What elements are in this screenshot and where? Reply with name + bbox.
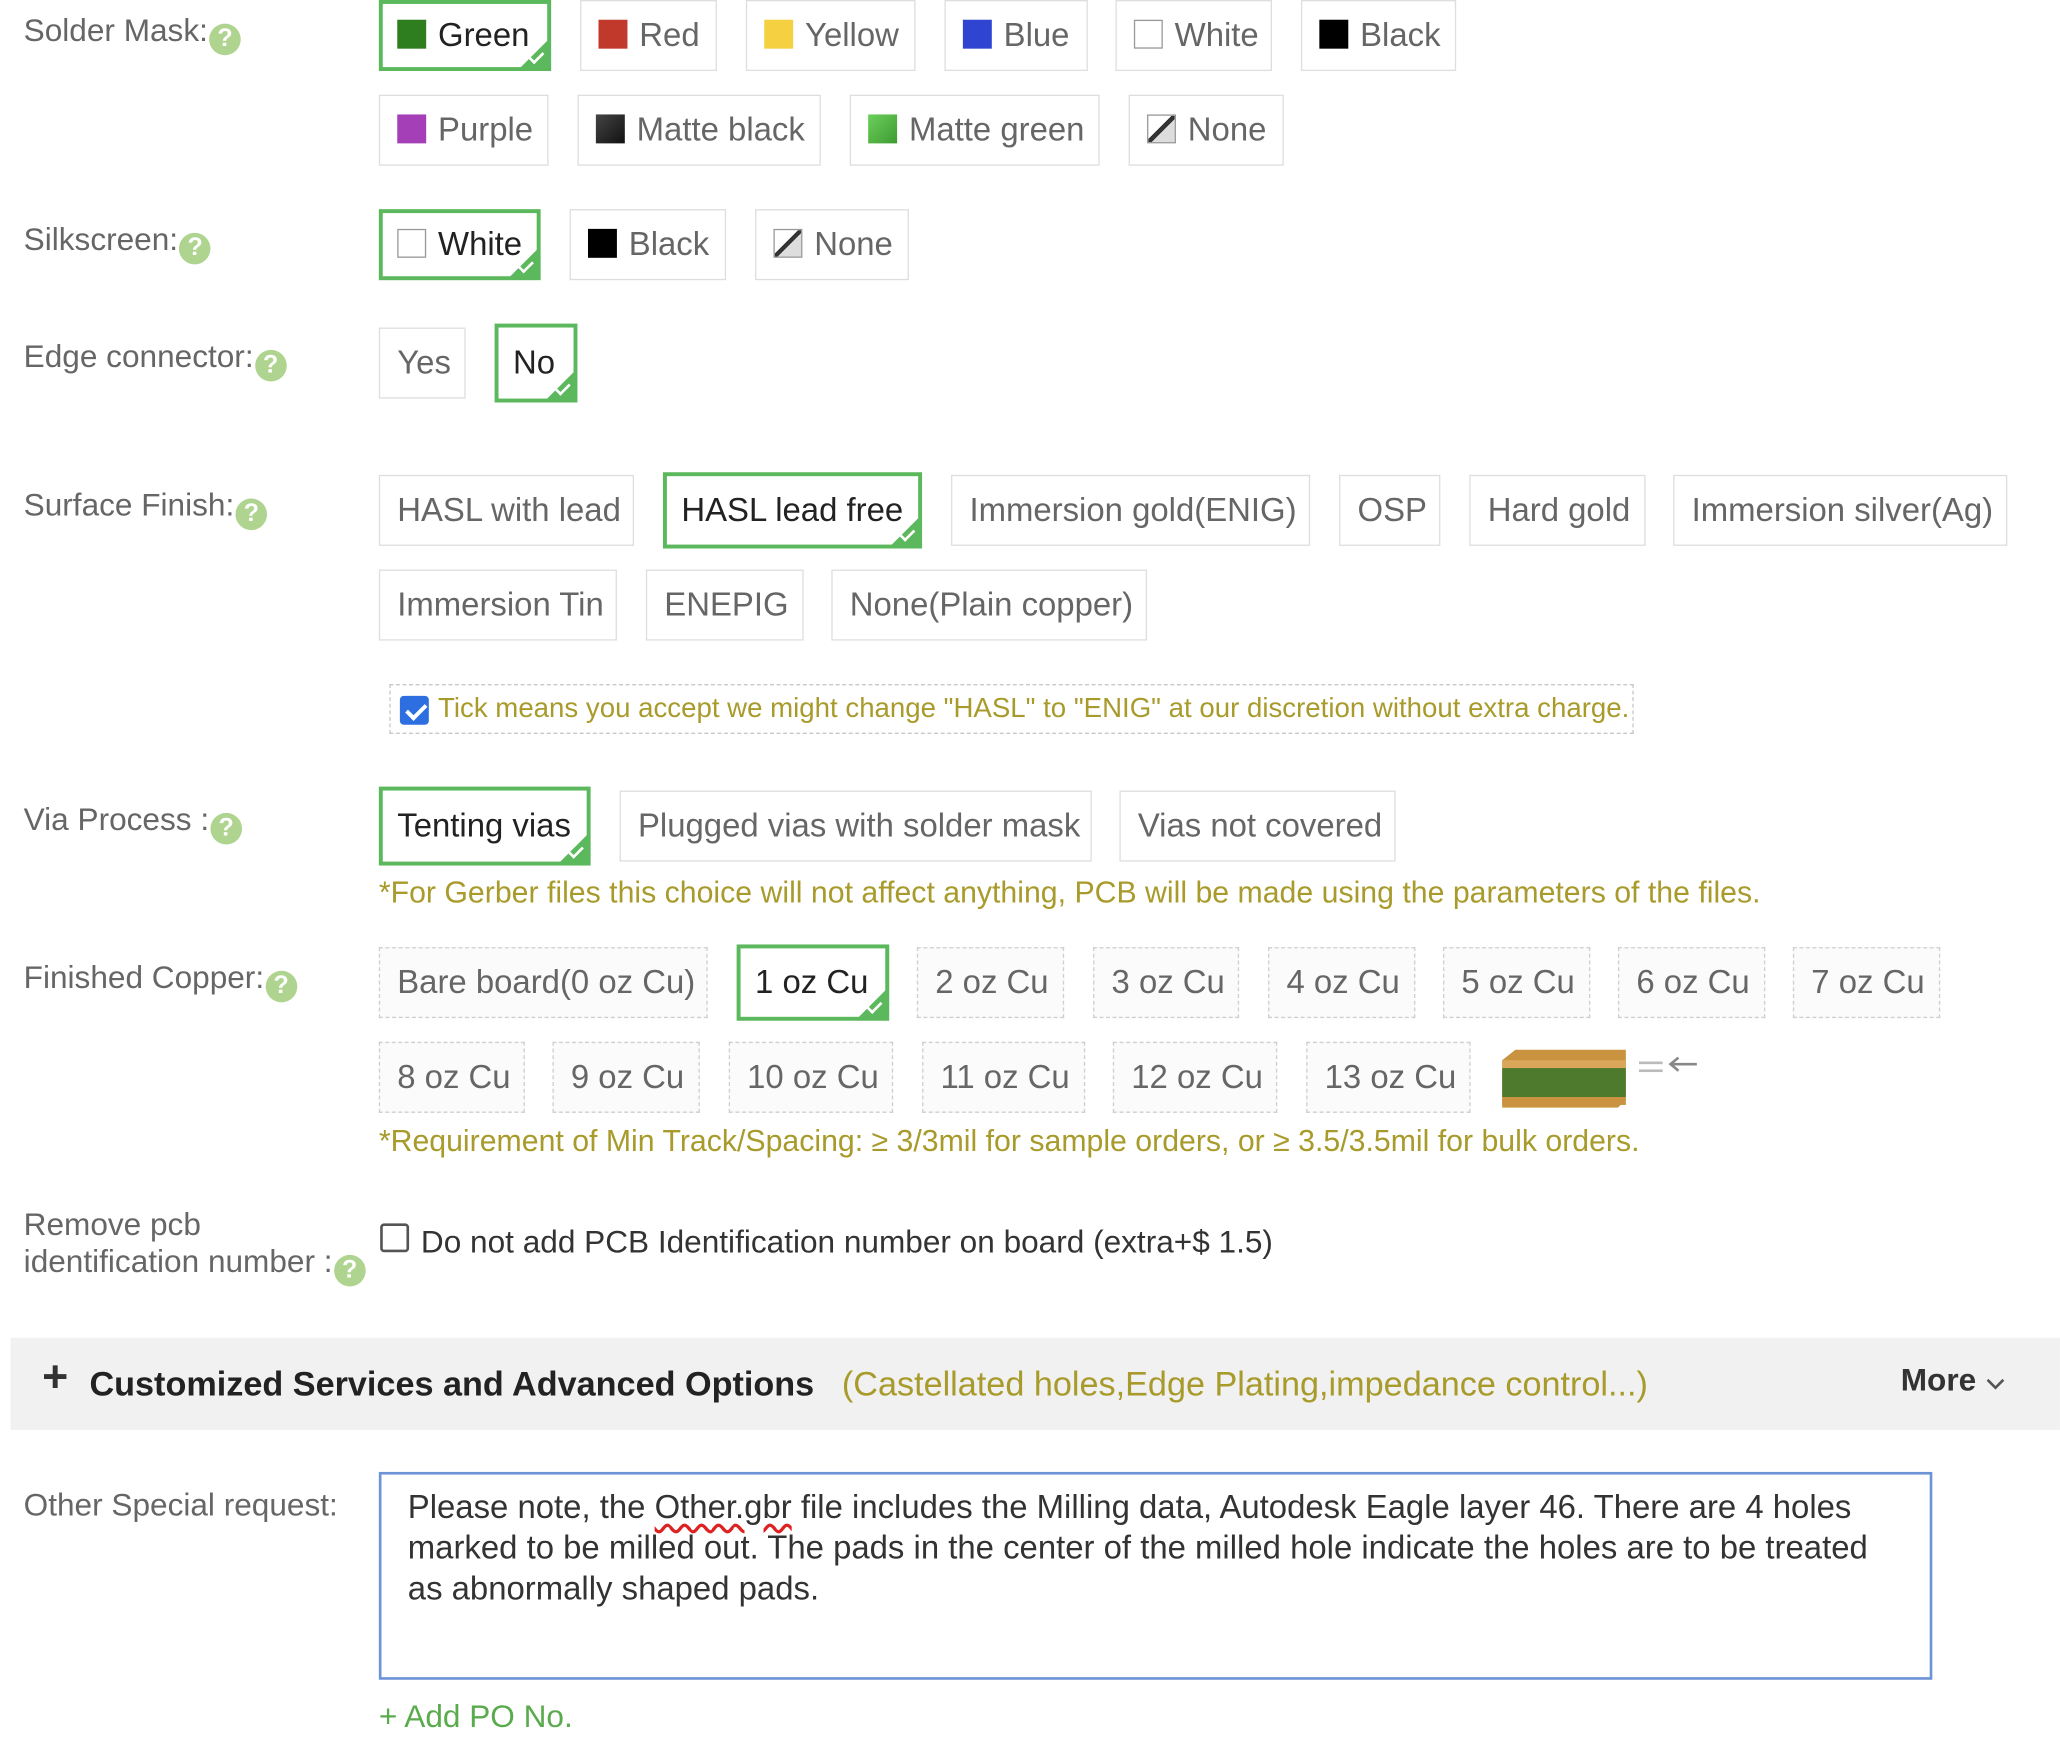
solder-mask-option-blue[interactable]: Blue — [944, 0, 1088, 72]
black-swatch-icon — [587, 228, 617, 258]
copper-option-4oz[interactable]: 4 oz Cu — [1268, 947, 1416, 1019]
add-po-link[interactable]: + Add PO No. — [379, 1699, 573, 1736]
help-icon[interactable]: ? — [254, 349, 287, 382]
help-icon[interactable]: ? — [333, 1254, 366, 1287]
solder-mask-option-matte-black[interactable]: Matte black — [577, 94, 821, 166]
solder-mask-option-matte-green[interactable]: Matte green — [849, 94, 1100, 166]
edge-connector-option-yes[interactable]: Yes — [378, 327, 466, 399]
solder-mask-option-yellow[interactable]: Yellow — [745, 0, 916, 72]
solder-mask-option-white[interactable]: White — [1115, 0, 1272, 72]
surface-option-immersion-silver[interactable]: Immersion silver(Ag) — [1673, 474, 2008, 546]
help-icon[interactable]: ? — [210, 812, 242, 845]
edge-connector-label: Edge connector:? — [24, 338, 287, 382]
solder-mask-option-purple[interactable]: Purple — [378, 94, 549, 166]
silkscreen-label: Silkscreen:? — [24, 221, 211, 265]
via-process-note: *For Gerber files this choice will not a… — [378, 874, 1761, 909]
green-swatch-icon — [397, 19, 427, 49]
solder-mask-option-none[interactable]: None — [1128, 94, 1284, 166]
copper-option-8oz[interactable]: 8 oz Cu — [378, 1041, 525, 1113]
hasl-enig-consent-text: Tick means you accept we might change "H… — [438, 693, 1630, 724]
advanced-options-subtitle: (Castellated holes,Edge Plating,impedanc… — [841, 1364, 1648, 1404]
copper-option-7oz[interactable]: 7 oz Cu — [1792, 947, 1941, 1019]
purple-swatch-icon — [397, 114, 427, 144]
solder-mask-option-black[interactable]: Black — [1300, 0, 1457, 72]
surface-option-osp[interactable]: OSP — [1339, 474, 1441, 546]
special-request-textarea[interactable]: Please note, the Other.gbr file includes… — [378, 1471, 1933, 1680]
surface-option-hasl-with-lead[interactable]: HASL with lead — [378, 474, 635, 546]
white-swatch-icon — [1133, 19, 1163, 49]
advanced-options-title: Customized Services and Advanced Options — [89, 1364, 815, 1404]
blue-swatch-icon — [962, 19, 992, 49]
silkscreen-option-white[interactable]: White — [378, 209, 541, 281]
help-icon[interactable]: ? — [235, 498, 268, 531]
more-toggle[interactable]: More — [1901, 1363, 2006, 1400]
copper-option-13oz[interactable]: 13 oz Cu — [1306, 1041, 1471, 1113]
remove-id-label: Remove pcb identification number :? — [24, 1208, 366, 1287]
hasl-enig-consent-checkbox[interactable] — [399, 695, 429, 725]
copper-stack-illustration-icon — [1502, 1049, 1697, 1108]
copper-option-12oz[interactable]: 12 oz Cu — [1112, 1041, 1278, 1113]
copper-option-9oz[interactable]: 9 oz Cu — [552, 1041, 700, 1113]
solder-mask-option-green[interactable]: Green — [378, 0, 552, 72]
plus-icon: + — [42, 1352, 69, 1403]
copper-option-6oz[interactable]: 6 oz Cu — [1617, 947, 1766, 1019]
surface-option-hard-gold[interactable]: Hard gold — [1469, 474, 1646, 546]
copper-option-5oz[interactable]: 5 oz Cu — [1442, 947, 1591, 1019]
copper-option-10oz[interactable]: 10 oz Cu — [728, 1041, 894, 1113]
remove-id-checkbox[interactable] — [380, 1223, 410, 1253]
surface-option-immersion-tin[interactable]: Immersion Tin — [378, 569, 617, 641]
special-request-label: Other Special request: — [23, 1487, 338, 1524]
help-icon[interactable]: ? — [265, 970, 297, 1003]
silkscreen-option-none[interactable]: None — [755, 209, 909, 281]
surface-option-plain-copper[interactable]: None(Plain copper) — [831, 569, 1148, 641]
copper-option-1oz[interactable]: 1 oz Cu — [736, 944, 890, 1021]
copper-option-0oz[interactable]: Bare board(0 oz Cu) — [378, 947, 708, 1019]
surface-finish-label: Surface Finish:? — [24, 487, 268, 531]
solder-mask-option-red[interactable]: Red — [580, 0, 717, 72]
copper-option-2oz[interactable]: 2 oz Cu — [916, 947, 1065, 1019]
none-slash-icon — [773, 228, 803, 258]
matte-black-swatch-icon — [595, 114, 625, 144]
red-swatch-icon — [598, 19, 628, 49]
solder-mask-label: Solder Mask:? — [24, 12, 241, 56]
chevron-down-icon — [1986, 1378, 2005, 1390]
white-swatch-icon — [397, 228, 427, 258]
help-icon[interactable]: ? — [179, 232, 211, 265]
via-process-label: Via Process :? — [24, 801, 242, 845]
finished-copper-note: *Requirement of Min Track/Spacing: ≥ 3/3… — [378, 1123, 1640, 1158]
yellow-swatch-icon — [764, 19, 794, 49]
via-option-tenting[interactable]: Tenting vias — [378, 786, 591, 866]
copper-option-3oz[interactable]: 3 oz Cu — [1093, 947, 1240, 1019]
silkscreen-option-black[interactable]: Black — [569, 209, 727, 281]
finished-copper-label: Finished Copper:? — [24, 959, 297, 1003]
remove-id-text: Do not add PCB Identification number on … — [420, 1224, 1273, 1261]
surface-option-enig[interactable]: Immersion gold(ENIG) — [951, 474, 1311, 546]
help-icon[interactable]: ? — [209, 23, 241, 56]
copper-option-11oz[interactable]: 11 oz Cu — [922, 1041, 1086, 1113]
surface-option-hasl-lead-free[interactable]: HASL lead free — [662, 472, 923, 549]
matte-green-swatch-icon — [868, 114, 898, 144]
edge-connector-option-no[interactable]: No — [494, 323, 578, 403]
via-option-not-covered[interactable]: Vias not covered — [1119, 790, 1396, 862]
none-slash-icon — [1147, 114, 1176, 144]
black-swatch-icon — [1319, 19, 1349, 49]
advanced-options-bar[interactable]: + Customized Services and Advanced Optio… — [10, 1337, 2060, 1430]
misspelled-word: Other.gbr — [654, 1489, 792, 1526]
via-option-plugged[interactable]: Plugged vias with solder mask — [619, 790, 1092, 862]
surface-option-enepig[interactable]: ENEPIG — [645, 569, 804, 641]
